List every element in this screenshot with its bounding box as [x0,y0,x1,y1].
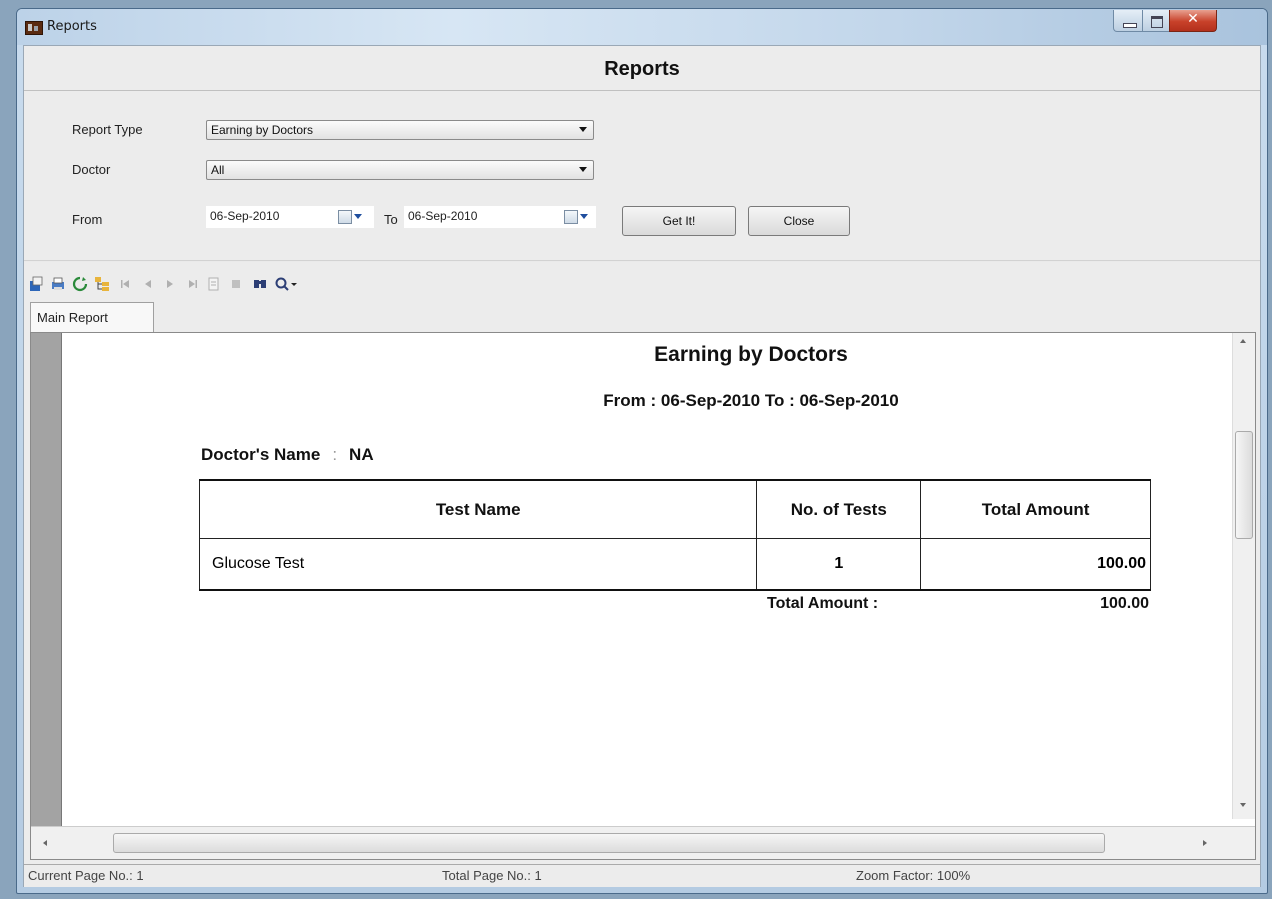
report-viewer: Earning by Doctors From : 06-Sep-2010 To… [30,332,1256,860]
grand-total-label: Total Amount : [767,595,879,612]
maximize-icon [1151,16,1163,28]
previous-page-icon[interactable] [140,276,156,292]
scroll-up-icon[interactable] [1239,337,1247,345]
to-label: To [384,212,398,227]
scroll-left-icon[interactable] [41,839,49,847]
column-header-no-of-tests: No. of Tests [756,479,922,539]
table-header-row: Test Name No. of Tests Total Amount [198,479,1151,539]
cell-test-name: Glucose Test [198,538,758,591]
report-date-range: From : 06-Sep-2010 To : 06-Sep-2010 [603,391,899,410]
doctor-name-line: Doctor's Name: NA [201,445,374,465]
chevron-down-icon [579,167,587,172]
chevron-down-icon [580,214,588,219]
zoom-icon[interactable] [274,276,290,292]
page-title: Reports [604,58,680,80]
window-title: Reports [47,19,97,34]
minimize-icon [1123,23,1137,28]
to-date-picker[interactable]: 06-Sep-2010 [404,206,596,228]
first-page-icon[interactable] [118,276,134,292]
close-button[interactable]: Close [748,206,850,236]
app-icon [25,21,43,35]
doctor-name-separator: : [332,445,338,464]
chevron-down-icon [579,127,587,132]
column-header-test-name: Test Name [198,479,758,539]
doctor-label: Doctor [72,162,111,177]
close-window-button[interactable]: ✕ [1169,10,1217,32]
reports-window: Reports ✕ Reports Report Type Earning by… [16,8,1268,894]
report-type-value: Earning by Doctors [211,123,314,137]
status-bar: Current Page No.: 1 Total Page No.: 1 Zo… [24,864,1260,887]
minimize-button[interactable] [1113,10,1143,32]
refresh-icon[interactable] [72,276,88,292]
next-page-icon[interactable] [162,276,178,292]
horizontal-scrollbar[interactable] [31,826,1255,859]
doctor-select[interactable]: All [206,160,594,180]
report-table: Test Name No. of Tests Total Amount Gluc… [198,479,1151,591]
export-icon[interactable] [28,276,44,292]
horizontal-scroll-thumb[interactable] [113,833,1105,853]
calendar-icon [338,210,352,224]
doctor-value: All [211,163,225,177]
zoom-factor-status: Zoom Factor: 100% [856,868,971,883]
total-page-status: Total Page No.: 1 [442,868,542,883]
report-type-select[interactable]: Earning by Doctors [206,120,594,140]
calendar-icon [564,210,578,224]
client-area: Reports Report Type Earning by Doctors D… [23,45,1261,887]
cell-total-amount: 100.00 [920,538,1151,591]
search-icon[interactable] [252,276,268,292]
divider [24,260,1260,262]
to-date-value: 06-Sep-2010 [408,209,478,223]
last-page-icon[interactable] [184,276,200,292]
column-header-total-amount: Total Amount [920,479,1151,539]
report-type-label: Report Type [72,122,143,137]
get-it-button[interactable]: Get It! [622,206,736,236]
group-tree-icon[interactable] [94,276,110,292]
header-bar: Reports [24,46,1260,91]
scroll-right-icon[interactable] [1201,839,1209,847]
doctor-name-label: Doctor's Name [201,445,321,464]
from-date-value: 06-Sep-2010 [210,209,280,223]
from-label: From [72,212,103,227]
vertical-scroll-thumb[interactable] [1235,431,1253,539]
title-bar[interactable]: Reports ✕ [17,9,1267,45]
from-date-picker[interactable]: 06-Sep-2010 [206,206,374,228]
maximize-button[interactable] [1142,10,1170,32]
doctor-name-value: NA [349,445,374,464]
zoom-dropdown-icon[interactable] [290,276,298,292]
close-icon: ✕ [1187,11,1199,27]
table-row: Glucose Test 1 100.00 [198,538,1151,591]
current-page-status: Current Page No.: 1 [28,868,144,883]
page-gutter [31,333,62,859]
report-title: Earning by Doctors [654,343,848,366]
stop-icon[interactable] [228,276,244,292]
cell-no-of-tests: 1 [756,538,922,591]
print-icon[interactable] [50,276,66,292]
grand-total-value: 100.00 [1100,595,1149,612]
chevron-down-icon [354,214,362,219]
goto-page-icon[interactable] [206,276,222,292]
scroll-down-icon[interactable] [1239,801,1247,809]
vertical-scrollbar[interactable] [1232,333,1255,819]
tab-main-report[interactable]: Main Report [30,302,154,332]
